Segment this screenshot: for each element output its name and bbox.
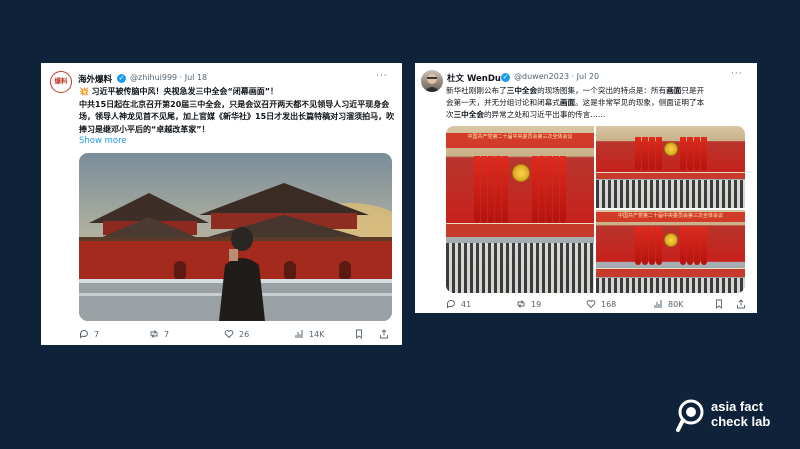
podium-desk <box>596 268 745 278</box>
text-emphasis: 画面 <box>666 86 682 95</box>
bookmark-button[interactable] <box>714 299 724 309</box>
audience <box>596 278 745 293</box>
plenum-hall-photo-top[interactable] <box>596 126 745 208</box>
heart-icon <box>224 330 234 339</box>
tweet-body: 中共15日起在北京召开第20届三中全会，只是会议召开两天都不见领导人习近平现身会… <box>79 99 395 134</box>
views-count: 14K <box>309 329 325 339</box>
share-icon <box>380 329 388 339</box>
more-options-icon[interactable]: ··· <box>376 71 388 81</box>
bookmark-icon <box>716 299 722 309</box>
tweet-line-2: 会第一天，并无分组讨论和闭幕式画面。这是非常罕见的现象，侧面证明了本 <box>446 97 751 109</box>
magnifier-logo-icon <box>676 399 704 432</box>
like-count: 26 <box>239 329 250 339</box>
repost-button[interactable]: 7 <box>149 329 169 339</box>
views-button[interactable]: 80K <box>653 299 683 309</box>
explosion-icon: 💥 <box>79 87 89 96</box>
share-button[interactable] <box>379 329 389 339</box>
avatar-logo-text: 爆料 <box>54 77 68 85</box>
logo-line-1: asia fact <box>711 399 764 414</box>
like-button[interactable]: 168 <box>586 299 616 309</box>
logo-line-2: check lab <box>711 414 771 429</box>
audience <box>596 180 745 208</box>
views-icon <box>654 300 662 308</box>
plenum-hall-photo-bottom[interactable]: 中国共产党第二十届中央委员会第三次全体会议 <box>596 210 745 293</box>
logo-text: asia fact check lab <box>711 399 770 429</box>
reply-icon <box>79 330 88 339</box>
share-icon <box>737 299 745 309</box>
action-bar: 41 19 168 80K <box>446 299 751 313</box>
views-icon <box>295 330 303 338</box>
user-name[interactable]: 海外爆料 <box>78 73 112 85</box>
like-count: 168 <box>601 299 617 309</box>
text-segment: 。这是非常罕见的现象，侧面证明了本 <box>575 98 705 107</box>
repost-count: 19 <box>531 299 542 309</box>
reply-count: 7 <box>94 329 100 339</box>
text-emphasis: 三中全会 <box>506 86 538 95</box>
audience <box>446 242 594 293</box>
tweet-card-right[interactable]: 杜文 WenDu ✓ @duwen2023 · Jul 20 ··· 新华社刚刚… <box>415 63 757 313</box>
user-avatar[interactable] <box>421 70 443 92</box>
user-avatar[interactable]: 爆料 <box>50 71 72 93</box>
more-options-icon[interactable]: ··· <box>731 69 743 79</box>
tweet-text: 新华社刚刚公布了三中全会的现场图集，一个突出的特点是：所有画面只是开 会第一天，… <box>446 85 751 121</box>
forbidden-city-photo[interactable] <box>79 153 392 321</box>
plenum-photo-collage[interactable]: 中国共产党第二十届中央委员会第三次全体会议 中国共产党第二十届中央委员会第三次全 <box>446 126 745 293</box>
views-count: 80K <box>668 299 684 309</box>
tweet-line-1: 新华社刚刚公布了三中全会的现场图集，一个突出的特点是：所有画面只是开 <box>446 85 751 97</box>
verified-badge-icon: ✓ <box>117 74 126 83</box>
text-emphasis: 画面 <box>559 98 576 107</box>
reply-count: 41 <box>461 299 472 309</box>
text-segment: 新华社刚刚公布了 <box>446 86 507 95</box>
handle-date[interactable]: @zhihui999 · Jul 18 <box>130 73 207 82</box>
like-button[interactable]: 26 <box>224 329 249 339</box>
bookmark-icon <box>356 329 362 339</box>
reply-button[interactable]: 7 <box>79 329 99 339</box>
repost-count: 7 <box>164 329 170 339</box>
reply-icon <box>446 300 455 309</box>
podium-desk <box>446 222 594 238</box>
text-segment: 次 <box>446 110 454 119</box>
repost-icon <box>517 300 525 308</box>
action-bar: 7 7 26 14K <box>79 329 395 343</box>
handle-date[interactable]: @duwen2023 · Jul 20 <box>514 72 599 81</box>
forbidden-city-illustration <box>79 153 392 321</box>
share-button[interactable] <box>736 299 746 309</box>
plenum-banner: 中国共产党第二十届中央委员会第三次全体会议 <box>596 212 745 223</box>
text-segment: 只是开 <box>681 86 705 95</box>
tweet-headline: 习近平被传脑中风！央视急发三中全会“闭幕画面”！ <box>91 87 279 96</box>
plenum-hall-photo-main[interactable]: 中国共产党第二十届中央委员会第三次全体会议 <box>446 126 594 293</box>
user-name[interactable]: 杜文 WenDu <box>447 72 501 84</box>
asia-fact-check-lab-logo: asia fact check lab <box>676 399 800 435</box>
heart-icon <box>586 300 596 309</box>
text-emphasis: 三中全会 <box>453 110 484 119</box>
tweet-card-left[interactable]: 爆料 海外爆料 ✓ @zhihui999 · Jul 18 ··· 💥 习近平被… <box>41 63 402 345</box>
text-segment: 的异常之处和习近平出事的传言…… <box>483 110 606 119</box>
avatar-portrait <box>424 74 440 92</box>
bookmark-button[interactable] <box>354 329 364 339</box>
podium-desk <box>596 171 745 180</box>
tweet-text: 💥 习近平被传脑中风！央视急发三中全会“闭幕画面”！ 中共15日起在北京召开第2… <box>79 86 395 136</box>
tweet-line-3: 次三中全会的异常之处和习近平出事的传言…… <box>446 109 751 121</box>
text-segment: 的现场图集，一个突出的特点是：所有 <box>537 86 667 95</box>
reply-button[interactable]: 41 <box>446 299 471 309</box>
views-button[interactable]: 14K <box>294 329 324 339</box>
verified-badge-icon: ✓ <box>501 73 510 82</box>
repost-button[interactable]: 19 <box>516 299 541 309</box>
show-more-link[interactable]: Show more <box>79 136 127 146</box>
plenum-banner: 中国共产党第二十届中央委员会第三次全体会议 <box>446 132 594 148</box>
text-segment: 会第一天，并无分组讨论和闭幕式 <box>446 98 560 107</box>
repost-icon <box>150 330 158 338</box>
